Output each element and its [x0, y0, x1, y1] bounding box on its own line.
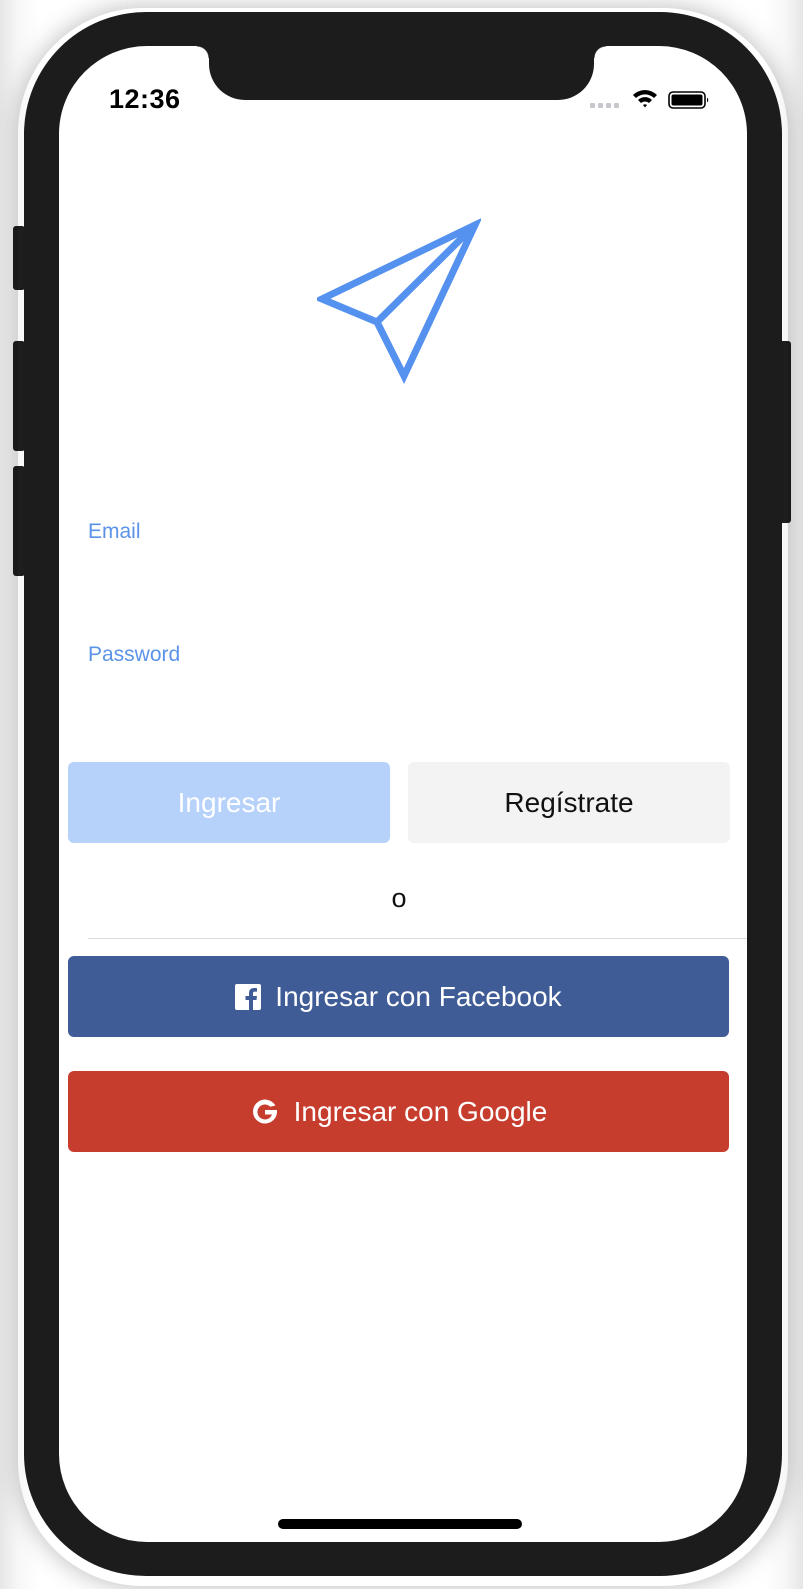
status-time: 12:36 — [109, 84, 181, 114]
email-label: Email — [88, 520, 141, 543]
google-login-button[interactable]: Ingresar con Google — [68, 1071, 729, 1152]
facebook-login-button[interactable]: Ingresar con Facebook — [68, 956, 729, 1037]
notch — [197, 46, 606, 100]
phone-frame: 12:36 Email Password Ingresar Regístrate… — [24, 12, 782, 1576]
device-stage: 12:36 Email Password Ingresar Regístrate… — [0, 0, 803, 1589]
app-screen: 12:36 Email Password Ingresar Regístrate… — [59, 46, 747, 1542]
login-button-label: Ingresar — [177, 786, 281, 818]
google-login-label: Ingresar con Google — [293, 1095, 548, 1127]
home-indicator[interactable] — [278, 1519, 522, 1529]
password-label: Password — [88, 643, 181, 666]
register-button-label: Regístrate — [504, 786, 634, 818]
register-button[interactable]: Regístrate — [408, 762, 730, 843]
facebook-icon — [235, 983, 262, 1010]
battery-icon — [668, 91, 709, 109]
password-input[interactable] — [88, 679, 718, 713]
separator-text: o — [391, 883, 407, 913]
cellular-signal-icon — [590, 103, 619, 108]
google-icon — [250, 1097, 280, 1127]
wifi-icon — [633, 90, 657, 108]
separator-divider — [88, 938, 747, 939]
email-input[interactable] — [88, 556, 718, 590]
login-button[interactable]: Ingresar — [68, 762, 390, 843]
paper-plane-icon — [317, 218, 481, 384]
facebook-login-label: Ingresar con Facebook — [275, 980, 562, 1012]
